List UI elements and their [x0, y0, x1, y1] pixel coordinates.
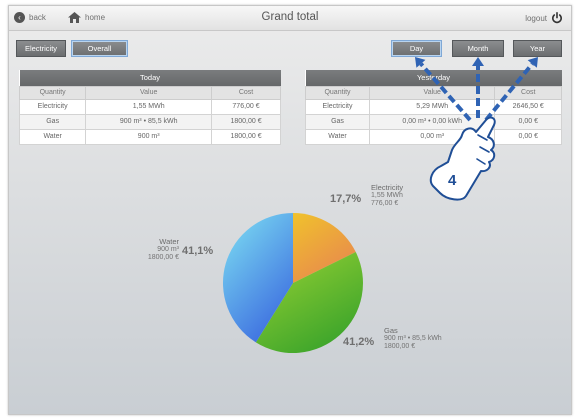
- column-header: Value: [85, 85, 213, 100]
- table-cell: 2646,50 €: [494, 98, 562, 115]
- table-cell: 1,55 MWh: [85, 98, 213, 115]
- app-window: ‹ back home Grand total logout Electrici…: [8, 5, 572, 415]
- page-title: Grand total: [261, 11, 319, 23]
- table-cell: Electricity: [304, 98, 371, 115]
- yesterday-table: Yesterday Quantity Value Cost Electricit…: [304, 70, 562, 145]
- table-cell: 1800,00 €: [211, 113, 281, 130]
- column-header: Cost: [211, 85, 281, 100]
- column-header: Quantity: [18, 85, 87, 100]
- table-cell: 0,00 m³ • 0,00 kWh: [369, 113, 496, 130]
- electricity-value: 1,55 MWh: [371, 192, 403, 199]
- overall-toggle-button[interactable]: Overall: [71, 40, 128, 57]
- table-cell: 900 m³: [85, 128, 213, 145]
- consumption-pie-chart: [221, 211, 365, 355]
- today-table: Today Quantity Value Cost Electricity 1,…: [18, 70, 281, 145]
- table-cell: Gas: [18, 113, 87, 130]
- table-caption: Today: [19, 70, 281, 86]
- table-cell: 0,00 €: [494, 113, 562, 130]
- table-row: Water 900 m³ 1800,00 €: [18, 128, 281, 145]
- table-cell: Gas: [304, 113, 371, 130]
- table-cell: 0,00 €: [494, 128, 562, 145]
- water-cost: 1800,00 €: [147, 254, 179, 261]
- water-name: Water: [159, 237, 179, 246]
- table-row: Electricity 1,55 MWh 776,00 €: [18, 98, 281, 115]
- table-cell: 900 m³ • 85,5 kWh: [85, 113, 213, 130]
- table-cell: 0,00 m³: [369, 128, 496, 145]
- electricity-legend: Electricity 1,55 MWh 776,00 €: [371, 184, 403, 208]
- water-legend: Water 900 m³ 1800,00 €: [117, 238, 179, 262]
- electricity-name: Electricity: [371, 183, 404, 192]
- column-header: Cost: [494, 85, 562, 100]
- gas-cost: 1800,00 €: [384, 343, 416, 350]
- table-row: Gas 0,00 m³ • 0,00 kWh 0,00 €: [304, 113, 562, 130]
- water-value: 900 m³: [157, 246, 179, 253]
- table-cell: 1800,00 €: [211, 128, 281, 145]
- table-row: Electricity 5,29 MWh 2646,50 €: [304, 98, 562, 115]
- electricity-percent: 17,7%: [330, 193, 362, 205]
- gas-name: Gas: [384, 326, 398, 335]
- water-percent: 41,1%: [182, 245, 214, 257]
- logout-button[interactable]: logout: [525, 12, 563, 24]
- table-cell: 776,00 €: [211, 98, 281, 115]
- top-bar: ‹ back home Grand total logout: [9, 6, 571, 31]
- gas-legend: Gas 900 m³ • 85,5 kWh 1800,00 €: [384, 327, 442, 351]
- month-button[interactable]: Month: [452, 40, 504, 57]
- table-cell: Water: [304, 128, 371, 145]
- electricity-toggle-button[interactable]: Electricity: [16, 40, 66, 57]
- table-row: Gas 900 m³ • 85,5 kWh 1800,00 €: [18, 113, 281, 130]
- gas-percent: 41,2%: [343, 336, 375, 348]
- logout-label: logout: [525, 13, 547, 23]
- table-cell: Water: [18, 128, 87, 145]
- pie-chart-svg: [222, 213, 363, 354]
- table-cell: 5,29 MWh: [369, 98, 496, 115]
- year-button[interactable]: Year: [513, 40, 562, 57]
- table-caption: Yesterday: [305, 70, 562, 86]
- table-row: Water 0,00 m³ 0,00 €: [304, 128, 562, 145]
- column-header: Quantity: [304, 85, 371, 100]
- electricity-cost: 776,00 €: [371, 200, 399, 207]
- day-button[interactable]: Day: [391, 40, 442, 57]
- column-header: Value: [369, 85, 496, 100]
- power-icon: [552, 12, 562, 24]
- table-cell: Electricity: [18, 98, 87, 115]
- gas-value: 900 m³ • 85,5 kWh: [384, 335, 442, 342]
